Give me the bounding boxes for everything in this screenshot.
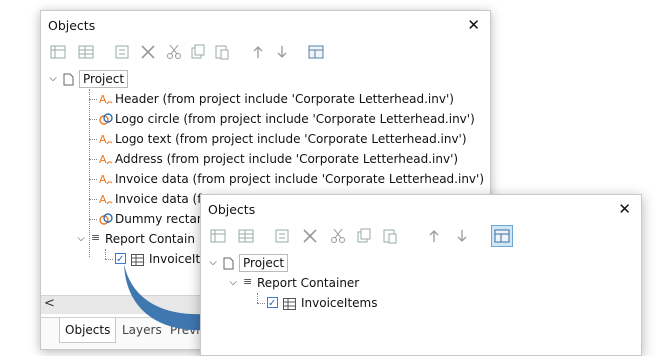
properties-icon[interactable] <box>113 43 131 61</box>
panel-title: Objects <box>208 202 256 217</box>
down-icon[interactable] <box>273 43 291 61</box>
report-container-icon: ≡ <box>91 231 101 244</box>
up-icon[interactable] <box>425 227 443 245</box>
scroll-left-icon[interactable]: < <box>44 296 55 311</box>
panel-titlebar: Objects ✕ <box>41 11 490 39</box>
project-label: Project <box>79 70 129 88</box>
tab-objects[interactable]: Objects <box>59 318 117 343</box>
tree-item-label: Dummy rectan <box>115 212 205 226</box>
tree-item-label: Logo circle (from project include 'Corpo… <box>115 112 475 126</box>
new-object-icon[interactable] <box>49 43 67 61</box>
tree-item-label: Invoice data (from project include 'Corp… <box>115 172 485 186</box>
toolbar <box>41 39 490 69</box>
checkbox[interactable] <box>267 294 278 314</box>
tree-item[interactable]: A Header (from project include 'Corporat… <box>89 89 489 109</box>
tree-connector <box>89 119 97 120</box>
table-icon[interactable] <box>237 227 255 245</box>
objects-panel-front: Objects ✕ ⌵ Project ⌵ ≡ Report Container <box>200 194 642 356</box>
svg-text:A: A <box>99 193 107 206</box>
tree-connector <box>89 199 97 200</box>
paste-icon[interactable] <box>381 227 399 245</box>
cut-icon[interactable] <box>165 43 183 61</box>
collapse-icon[interactable]: ⌵ <box>75 229 87 249</box>
tree-connector <box>89 99 97 100</box>
tree-root-project[interactable]: ⌵ Project <box>207 253 627 273</box>
delete-icon[interactable] <box>139 43 157 61</box>
collapse-icon[interactable]: ⌵ <box>227 273 239 293</box>
tree-item-invoiceitems[interactable]: InvoiceItems <box>257 293 637 316</box>
collapse-icon[interactable]: ⌵ <box>47 69 59 89</box>
tree-item-label: Logo text (from project include 'Corpora… <box>115 132 467 146</box>
tree-item-report-container[interactable]: ⌵ ≡ Report Container <box>227 273 627 293</box>
tree-connector <box>105 259 113 260</box>
down-icon[interactable] <box>453 227 471 245</box>
tree-root-project[interactable]: ⌵ Project <box>47 69 487 89</box>
panel-title: Objects <box>48 18 96 33</box>
display-icon[interactable] <box>491 225 513 247</box>
close-icon[interactable]: ✕ <box>467 16 480 34</box>
tree-item[interactable]: Logo circle (from project include 'Corpo… <box>89 109 489 129</box>
cut-icon[interactable] <box>329 227 347 245</box>
report-container-icon: ≡ <box>243 275 253 288</box>
svg-text:A: A <box>99 133 107 146</box>
table-icon <box>283 296 296 316</box>
tree-connector <box>89 159 97 160</box>
tree-item-label: Report Container <box>257 276 360 290</box>
svg-text:A: A <box>99 153 107 166</box>
tree-connector <box>257 303 265 304</box>
copy-icon[interactable] <box>189 43 207 61</box>
new-object-icon[interactable] <box>209 227 227 245</box>
toolbar <box>201 223 641 253</box>
tree-item-label: Report Contain <box>105 232 195 246</box>
collapse-icon[interactable]: ⌵ <box>207 253 219 273</box>
properties-icon[interactable] <box>273 227 291 245</box>
tree-item[interactable]: A Address (from project include 'Corpora… <box>89 149 489 169</box>
tree-item-label: InvoiceItems <box>301 296 378 310</box>
svg-text:A: A <box>99 173 107 186</box>
tree-item-label: Address (from project include 'Corporate… <box>115 152 459 166</box>
copy-icon[interactable] <box>355 227 373 245</box>
up-icon[interactable] <box>249 43 267 61</box>
tree-connector <box>89 219 97 220</box>
svg-text:A: A <box>99 93 107 106</box>
panel-titlebar: Objects ✕ <box>201 195 641 223</box>
tree-connector <box>89 139 97 140</box>
tree-item[interactable]: A Logo text (from project include 'Corpo… <box>89 129 489 149</box>
tree-item[interactable]: A Invoice data (from project include 'Co… <box>89 169 489 189</box>
paste-icon[interactable] <box>213 43 231 61</box>
display-icon[interactable] <box>307 43 325 61</box>
tree-item-label: Header (from project include 'Corporate … <box>115 92 454 106</box>
tree-connector <box>89 179 97 180</box>
close-icon[interactable]: ✕ <box>618 200 631 218</box>
page-icon <box>63 72 74 92</box>
table-icon[interactable] <box>77 43 95 61</box>
project-label: Project <box>239 254 289 272</box>
delete-icon[interactable] <box>301 227 319 245</box>
tree-item-label: Invoice data (fr <box>115 192 207 206</box>
